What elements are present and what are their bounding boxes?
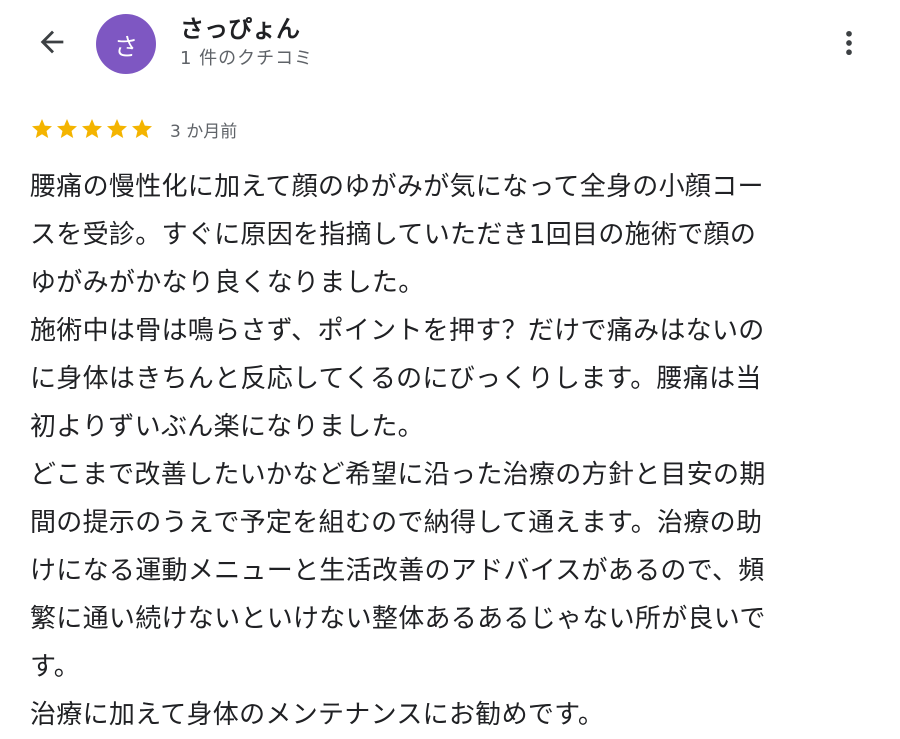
review-text-line: 間の提示のうえで予定を組むので納得して通えます。治療の助	[30, 508, 763, 538]
review-text-line: す。	[30, 652, 81, 682]
avatar[interactable]: さ	[96, 14, 156, 74]
review-text-line: ゆがみがかなり良くなりました。	[30, 268, 425, 298]
rating-row: 3 か月前	[30, 114, 237, 144]
star-icon	[57, 119, 77, 138]
review-text-line: 治療に加えて身体のメンテナンスにお勧めです。	[30, 700, 605, 730]
star-icon	[82, 119, 102, 138]
review-text: 腰痛の慢性化に加えて顔のゆがみが気になって全身の小顔コー スを受診。すぐに原因を指…	[30, 163, 875, 739]
review-text-line: 施術中は骨は鳴らさず、ポイントを押す？だけで痛みはないの	[30, 316, 765, 346]
review-header: さ さっぴょん 1 件のクチコミ	[0, 0, 900, 90]
back-button[interactable]	[26, 20, 78, 64]
star-icon	[32, 119, 52, 138]
star-icon	[132, 119, 152, 138]
more-options-button[interactable]	[826, 20, 872, 66]
review-count: 1 件のクチコミ	[180, 48, 314, 69]
review-text-line: 初よりずいぶん楽になりました。	[30, 412, 424, 442]
arrow-back-icon	[40, 30, 64, 54]
avatar-initial: さ	[114, 32, 138, 61]
more-vert-icon	[846, 30, 852, 56]
star-icon	[107, 119, 127, 138]
review-text-line: に身体はきちんと反応してくるのにびっくりします。腰痛は当	[30, 364, 762, 394]
review-text-line: けになる運動メニューと生活改善のアドバイスがあるので、頻	[30, 556, 765, 586]
review-text-line: スを受診。すぐに原因を指摘していただき1回目の施術で顔の	[30, 220, 757, 250]
user-name[interactable]: さっぴょん	[180, 9, 300, 44]
review-text-line: 繁に通い続けないといけない整体あるあるじゃない所が良いで	[30, 604, 766, 634]
star-rating	[30, 117, 154, 141]
review-date: 3 か月前	[170, 121, 238, 142]
review-text-line: 腰痛の慢性化に加えて顔のゆがみが気になって全身の小顔コー	[30, 172, 764, 202]
review-text-line: どこまで改善したいかなど希望に沿った治療の方針と目安の期	[30, 460, 766, 490]
